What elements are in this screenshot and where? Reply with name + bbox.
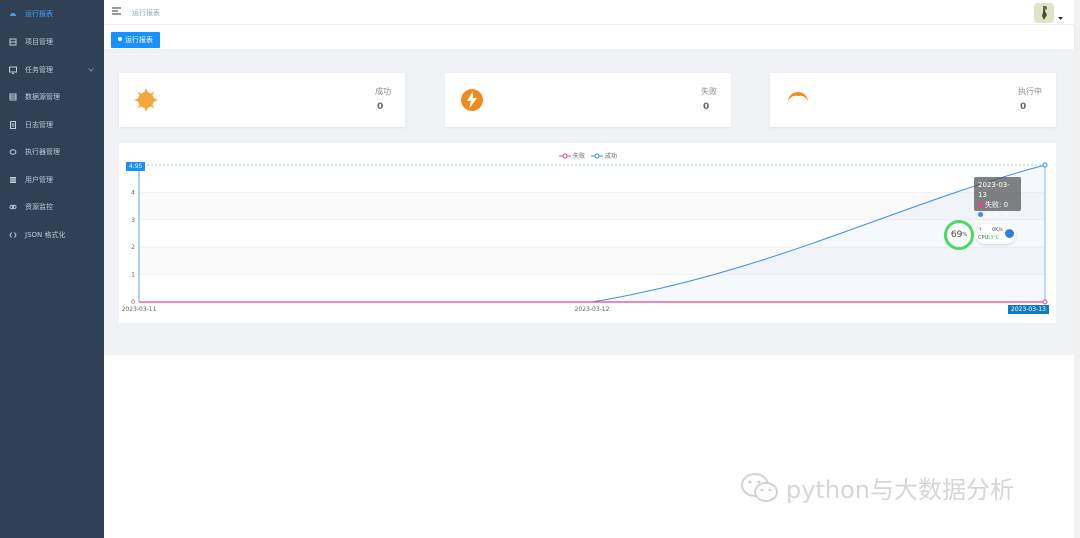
cpu-percent: 69: [950, 230, 963, 240]
active-dot-icon: [118, 37, 122, 41]
card-running[interactable]: 执行中 0: [770, 73, 1056, 127]
cpu-percent-unit: %: [962, 232, 968, 238]
tooltip-value: 成功: 5: [985, 211, 1009, 219]
sidebar-item-label: 日志管理: [25, 120, 53, 129]
network-speed: 0K/s: [992, 227, 1003, 233]
tooltip-title: 2023-03-13: [978, 181, 1010, 199]
project-icon: [9, 38, 17, 46]
chart-panel: 失败 成功 0 1 2 3 4 2023-03-11 2023-03-12 4.95 202…: [119, 143, 1056, 323]
tooltip-row-success: 成功: 5: [978, 210, 1017, 220]
sidebar-item-label: 项目管理: [25, 37, 53, 46]
series-dot-icon: [978, 202, 983, 207]
tooltip-value: 失败: 0: [985, 201, 1009, 209]
tags-view: 运行报表: [104, 25, 1074, 49]
code-icon: [9, 231, 17, 239]
upload-arrow: ↑: [978, 227, 983, 233]
sidebar-item-dashboard[interactable]: 运行报表: [0, 0, 104, 27]
lightning-icon: [459, 87, 485, 113]
card-value: 0: [703, 102, 710, 112]
fan-icon: [1005, 229, 1014, 238]
wechat-icon: [741, 472, 778, 502]
cpu-usage-ring: 69%: [944, 220, 974, 250]
sidebar-item-task[interactable]: 任务管理: [0, 56, 104, 83]
executor-icon: [9, 148, 17, 156]
tooltip-row-failed: 失败: 0: [978, 200, 1017, 210]
card-value: 0: [1020, 102, 1027, 112]
y-tick-label: 2: [131, 244, 135, 251]
sidebar-item-label: 执行器管理: [25, 147, 60, 156]
dashboard-icon: [9, 10, 17, 18]
y-tick-label: 3: [131, 217, 135, 224]
moon-icon: [784, 87, 810, 113]
scrollbar[interactable]: [1074, 0, 1080, 538]
sun-icon: [133, 87, 159, 113]
y-tick-label: 4: [131, 189, 135, 196]
y-tick-label: 1: [131, 272, 135, 279]
card-success[interactable]: 成功 0: [119, 73, 405, 127]
chevron-down-icon: [88, 66, 94, 74]
sidebar-item-label: 任务管理: [25, 65, 53, 74]
log-icon: [9, 120, 17, 129]
hamburger-icon[interactable]: [112, 7, 121, 15]
success-data-point: [1042, 162, 1048, 168]
card-label: 执行中: [1018, 87, 1042, 96]
sidebar-item-label: 运行报表: [25, 9, 53, 18]
sidebar-item-label: 资源监控: [25, 202, 53, 211]
link-icon: [9, 203, 17, 211]
card-failed[interactable]: 失败 0: [445, 73, 731, 127]
watermark-text: python与大数据分析: [786, 476, 1014, 504]
sidebar-item-user[interactable]: 用户管理: [0, 166, 104, 193]
sidebar-item-project[interactable]: 项目管理: [0, 28, 104, 55]
breadcrumb: 运行报表: [132, 9, 160, 17]
sidebar-item-json[interactable]: JSON 格式化: [0, 221, 104, 248]
cpu-monitor-widget[interactable]: 69% ↑ 0K/s CPU 53°C: [944, 220, 1016, 250]
sidebar-item-executor[interactable]: 执行器管理: [0, 138, 104, 165]
success-area: [139, 165, 1045, 302]
sidebar-item-label: 数据源管理: [25, 92, 60, 101]
avatar[interactable]: [1034, 3, 1054, 23]
user-table-icon: [9, 176, 17, 184]
x-tick-label: 2023-03-11: [122, 306, 157, 313]
chart-tooltip: 2023-03-13 失败: 0 成功: 5: [974, 177, 1021, 219]
sidebar-item-label: JSON 格式化: [25, 230, 66, 239]
sidebar-item-label: 用户管理: [25, 175, 53, 184]
sidebar-item-datasource[interactable]: 数据源管理: [0, 83, 104, 110]
tag-label: 运行报表: [125, 36, 153, 44]
tag-dashboard[interactable]: 运行报表: [111, 32, 160, 48]
x-axis-pointer-label: 2023-03-13: [1008, 305, 1049, 314]
failed-data-point: [1042, 299, 1048, 305]
navbar: 运行报表: [104, 0, 1080, 25]
y-tick-label: 0: [131, 299, 135, 306]
line-chart[interactable]: 0 1 2 3 4 2023-03-11 2023-03-12: [119, 143, 1056, 323]
series-dot-icon: [978, 212, 983, 217]
cpu-stats-panel: ↑ 0K/s CPU 53°C: [975, 224, 1016, 244]
sidebar: 运行报表 项目管理 任务管理 数据源管理 日志管理 执行器管理 用户管理 资源监…: [0, 0, 104, 538]
card-label: 成功: [375, 87, 391, 96]
database-icon: [9, 93, 17, 101]
card-label: 失败: [701, 87, 717, 96]
sidebar-item-monitor[interactable]: 资源监控: [0, 193, 104, 220]
sidebar-item-log[interactable]: 日志管理: [0, 111, 104, 138]
y-axis-pointer-label: 4.95: [126, 162, 146, 171]
monitor-icon: [9, 66, 17, 74]
x-tick-label: 2023-03-12: [575, 306, 610, 313]
card-value: 0: [377, 102, 384, 112]
caret-down-icon[interactable]: [1058, 13, 1063, 22]
watermark: python与大数据分析: [740, 470, 1014, 505]
cpu-temperature: 53°C: [987, 235, 1000, 241]
